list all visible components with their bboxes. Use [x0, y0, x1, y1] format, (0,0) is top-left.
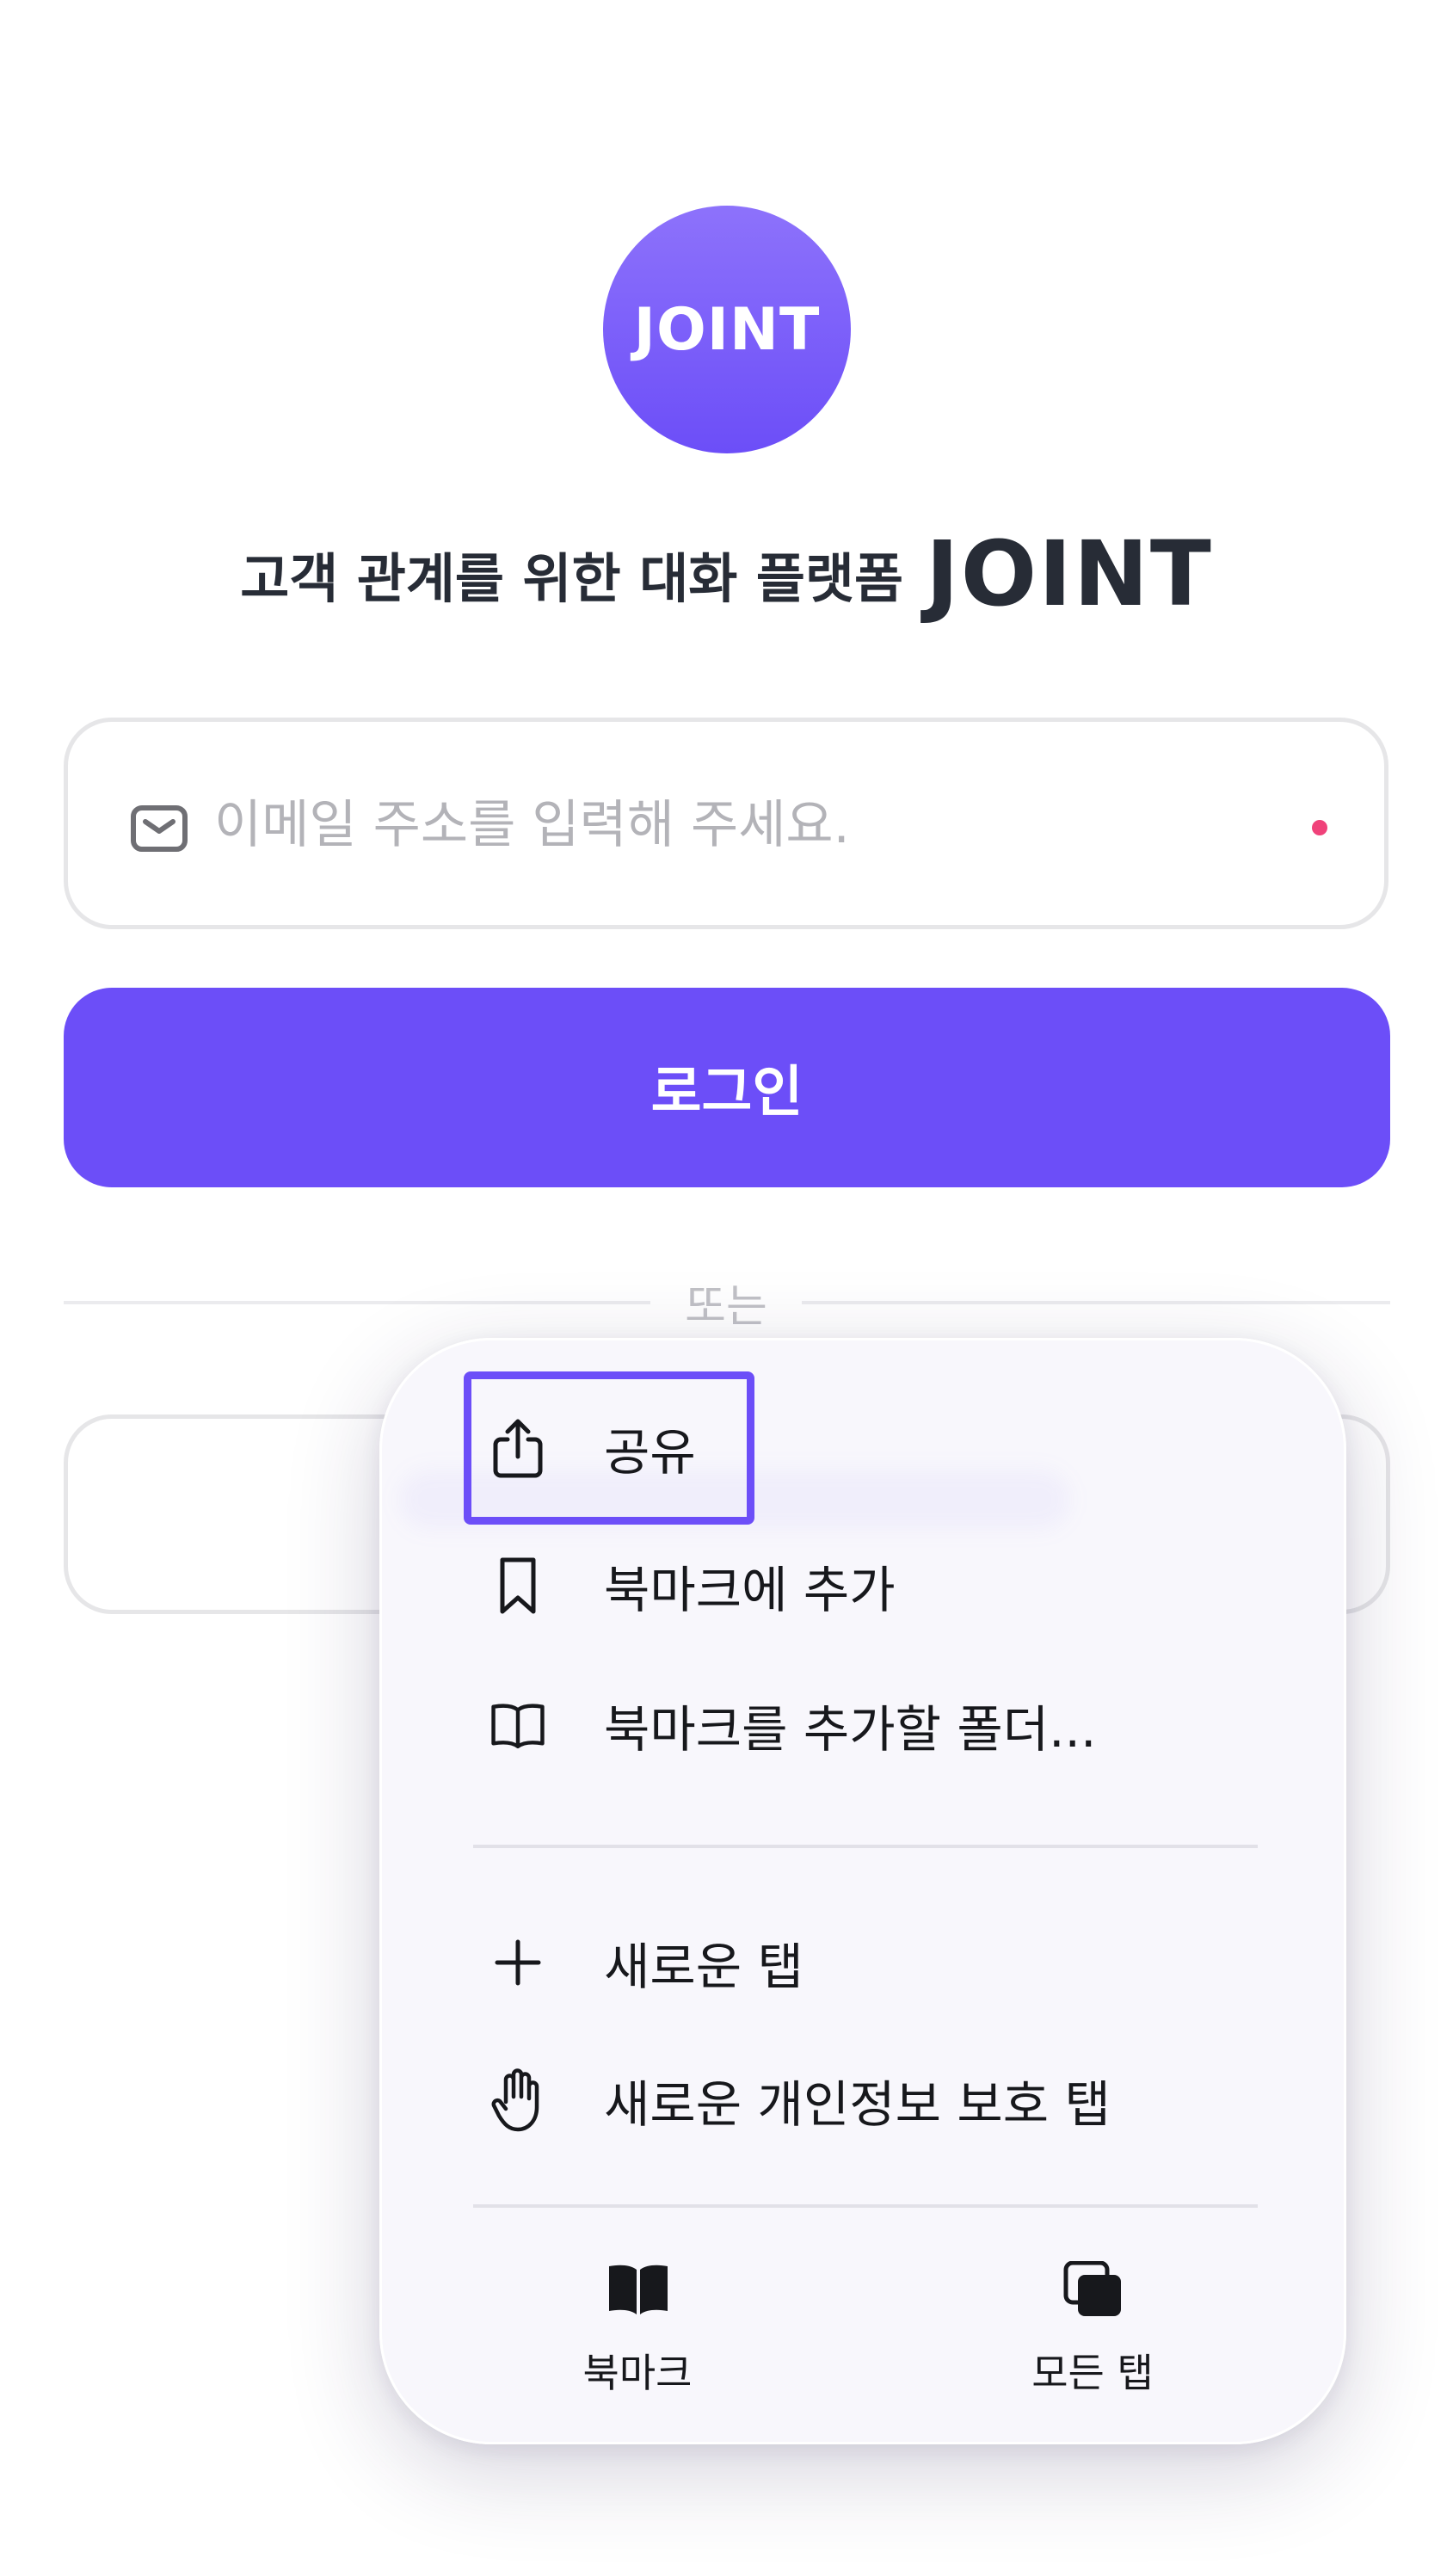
page-title: 고객 관계를 위한 대화 플랫폼 JOINT — [0, 521, 1453, 626]
all-tabs-button[interactable]: 모든 탭 — [981, 2261, 1204, 2416]
bookmarks-button[interactable]: 북마크 — [526, 2261, 749, 2416]
bookmarks-label: 북마크 — [582, 2350, 693, 2396]
tagline-brand: JOINT — [926, 521, 1213, 626]
selection-highlight — [464, 1371, 754, 1525]
login-button[interactable]: 로그인 — [64, 988, 1390, 1187]
brand-logo: JOINT — [603, 206, 851, 453]
menu-item-new-tab[interactable]: 새로운 탭 — [382, 1898, 1349, 2027]
menu-item-label: 북마크를 추가할 폴더... — [604, 1700, 1097, 1759]
email-field[interactable] — [64, 718, 1388, 929]
menu-item-label: 새로운 개인정보 보호 탭 — [604, 2075, 1111, 2134]
required-indicator — [1312, 820, 1327, 835]
tabs-icon — [1063, 2261, 1121, 2316]
plus-icon — [490, 1932, 545, 1994]
menu-item-new-private-tab[interactable]: 새로운 개인정보 보호 탭 — [382, 2036, 1349, 2165]
divider-left — [64, 1301, 650, 1304]
mail-icon — [131, 805, 188, 852]
logo-text: JOINT — [633, 295, 821, 364]
menu-item-label: 북마크에 추가 — [604, 1561, 896, 1619]
menu-separator — [473, 2204, 1258, 2208]
email-input[interactable] — [214, 782, 1298, 868]
menu-item-add-bookmark[interactable]: 북마크에 추가 — [382, 1521, 1349, 1650]
menu-item-label: 새로운 탭 — [604, 1938, 803, 1996]
menu-item-bookmark-folder[interactable]: 북마크를 추가할 폴더... — [382, 1661, 1349, 1790]
bookmark-icon — [490, 1555, 545, 1617]
divider-text: 또는 — [685, 1281, 767, 1333]
book-open-icon — [490, 1694, 545, 1756]
all-tabs-label: 모든 탭 — [1031, 2350, 1154, 2396]
book-filled-icon — [609, 2265, 668, 2314]
context-menu: 공유 북마크에 추가 북마크를 추가할 폴더... 새로운 탭 새로운 개인정보… — [379, 1338, 1346, 2444]
divider-right — [802, 1301, 1390, 1304]
menu-separator — [473, 1845, 1258, 1848]
tagline-text: 고객 관계를 위한 대화 플랫폼 — [240, 547, 904, 610]
hand-icon — [490, 2068, 545, 2132]
